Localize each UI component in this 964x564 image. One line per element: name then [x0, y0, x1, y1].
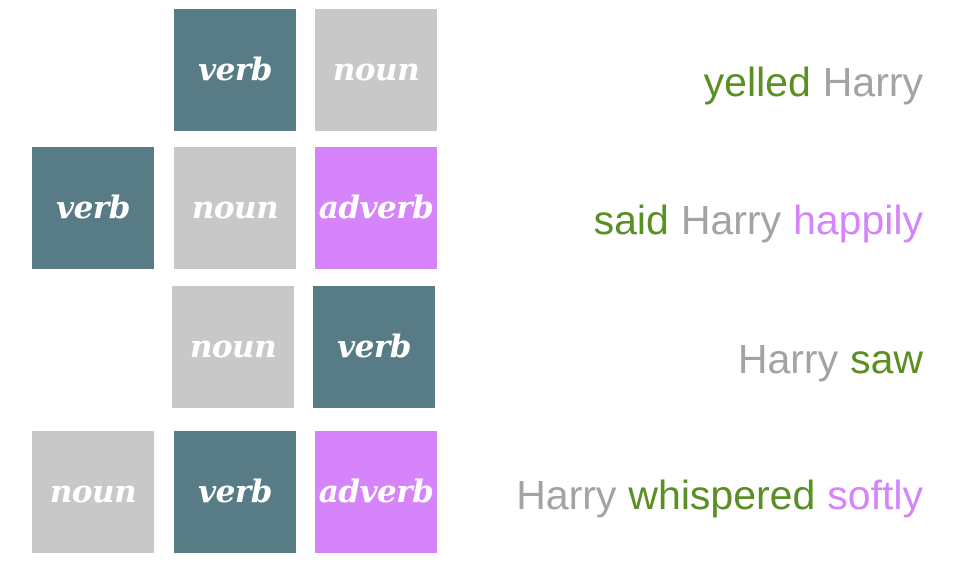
- sentence-noun: Harry: [516, 472, 617, 518]
- verb-tile: verb: [32, 147, 154, 269]
- sentence-noun: Harry: [680, 197, 782, 243]
- noun-tile: noun: [315, 9, 437, 131]
- sentence-verb: whispered: [628, 472, 816, 518]
- noun-tile: noun: [32, 431, 154, 553]
- sentence-verb: said: [593, 197, 669, 243]
- sentence-noun: Harry: [822, 59, 923, 105]
- adverb-tile: adverb: [315, 431, 437, 553]
- sentence-row-2: said Harry happily: [594, 200, 923, 241]
- sentence-verb: saw: [850, 336, 923, 382]
- verb-tile: verb: [174, 431, 296, 553]
- sentence-row-4: Harry whispered softly: [516, 475, 923, 516]
- adverb-tile: adverb: [315, 147, 437, 269]
- sentence-verb: yelled: [703, 59, 811, 105]
- sentence-row-3: Harry saw: [738, 339, 923, 380]
- sentence-adverb: softly: [827, 472, 923, 518]
- sentence-noun: Harry: [737, 336, 839, 382]
- sentence-row-1: yelled Harry: [704, 62, 923, 103]
- verb-tile: verb: [174, 9, 296, 131]
- verb-tile: verb: [313, 286, 435, 408]
- noun-tile: noun: [172, 286, 294, 408]
- sentence-adverb: happily: [793, 197, 923, 243]
- noun-tile: noun: [174, 147, 296, 269]
